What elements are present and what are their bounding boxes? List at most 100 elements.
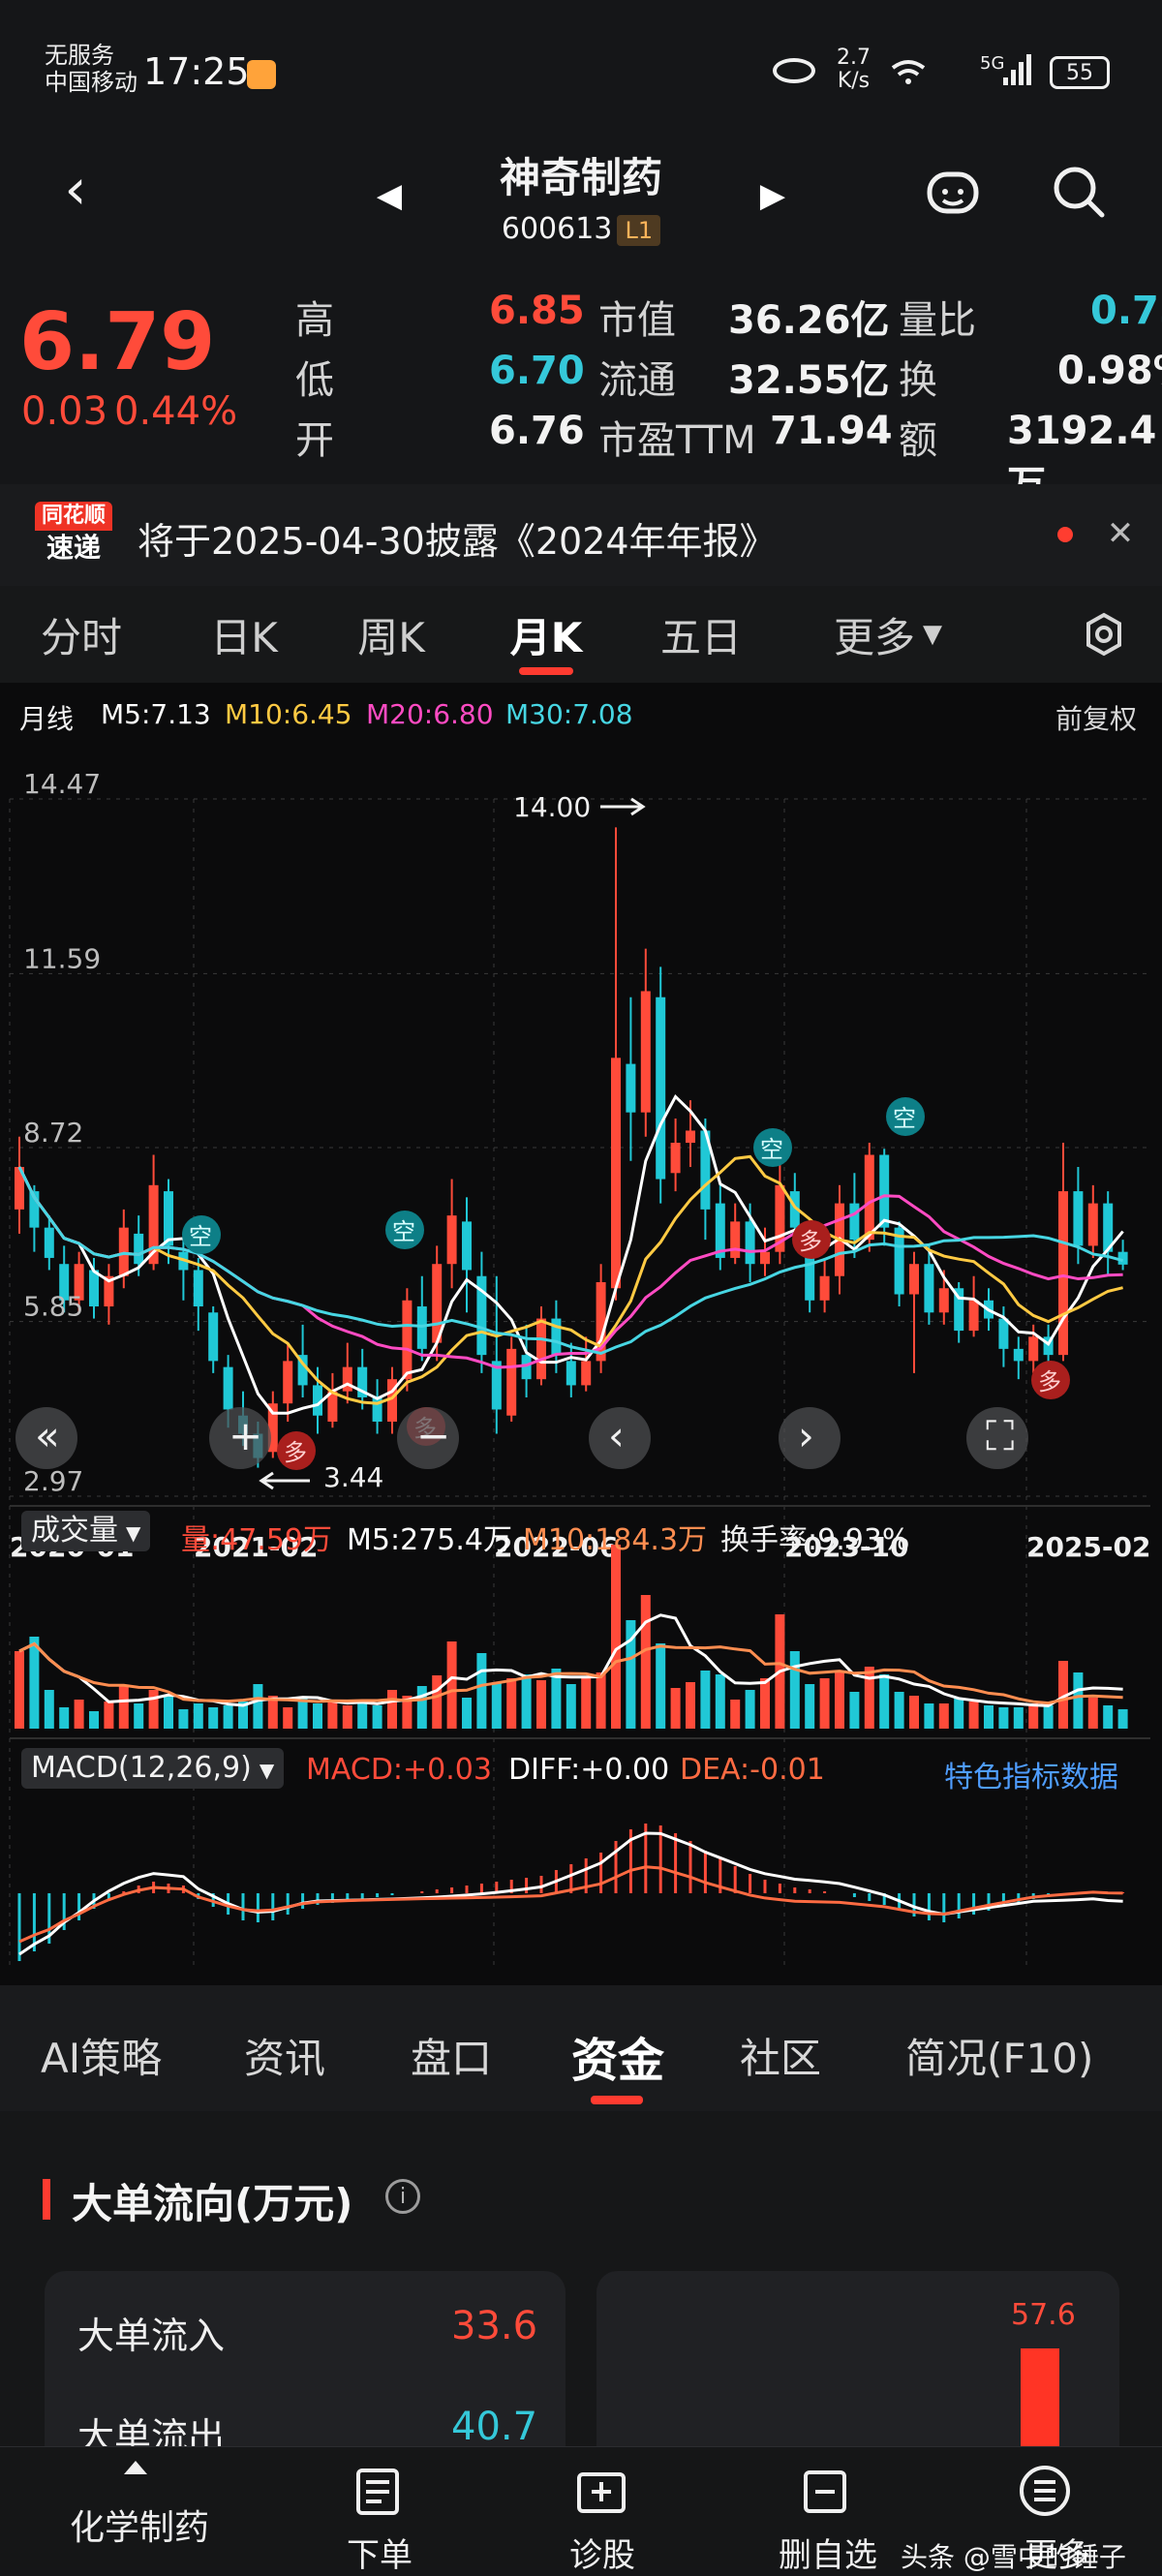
tab-funds[interactable]: 资金: [571, 2022, 664, 2090]
tab-week-k[interactable]: 周K: [329, 586, 453, 683]
battery-level: 55: [1066, 60, 1093, 85]
short-signal-label: 空: [392, 1218, 415, 1245]
candle-body: [656, 997, 666, 1180]
candle-body: [819, 1275, 830, 1301]
candle-body: [44, 1227, 54, 1258]
battery-icon: 55: [1050, 56, 1110, 89]
stock-code: 600613: [501, 212, 613, 246]
watchlist-label[interactable]: 删自选: [779, 2529, 877, 2576]
volume-bar: [342, 1705, 352, 1729]
watermark-text: 头条 @雪中的锤子: [901, 2541, 1126, 2573]
candle-body: [864, 1154, 874, 1241]
tab-minute[interactable]: 分时: [19, 586, 143, 683]
candle-body: [670, 1142, 681, 1174]
tab-f10[interactable]: 简况(F10): [905, 2026, 1093, 2085]
turnover-label: 换: [899, 358, 937, 403]
candle-body: [730, 1221, 741, 1258]
announcement-text: 将于2025-04-30披露《2024年年报》: [138, 520, 777, 563]
candle-body: [521, 1355, 532, 1380]
volume-bar: [416, 1686, 427, 1729]
tab-news[interactable]: 资讯: [244, 2026, 325, 2085]
tab-five-days[interactable]: 五日: [639, 586, 763, 683]
volume-bar: [74, 1700, 84, 1729]
candle-body: [745, 1221, 755, 1265]
settings-icon[interactable]: [1081, 611, 1127, 658]
fund-bar-value: 57.6: [1011, 2298, 1076, 2332]
volume-bar: [835, 1671, 844, 1729]
order-label[interactable]: 下单: [347, 2529, 413, 2576]
level-badge: L1: [617, 215, 661, 246]
tab-day-k[interactable]: 日K: [182, 586, 306, 683]
volume-bar: [730, 1700, 741, 1729]
candle-body: [909, 1264, 919, 1295]
sector-label[interactable]: 化学制药: [70, 2499, 209, 2550]
volume-bar: [924, 1703, 934, 1729]
diagnosis-icon[interactable]: [571, 2465, 631, 2519]
price-tick-label: 2.97: [23, 1465, 83, 1497]
tab-orderbook[interactable]: 盘口: [411, 2026, 492, 2085]
volume-bar: [148, 1690, 159, 1729]
volume-ratio-value: 0.75: [1090, 289, 1162, 333]
robot-icon[interactable]: [920, 159, 986, 225]
wifi-icon: [889, 56, 928, 89]
search-icon[interactable]: [1046, 159, 1112, 225]
chart-labels: 14.4711.598.725.852.972020-012021-022022…: [10, 768, 1151, 1563]
diagnosis-label[interactable]: 诊股: [569, 2529, 635, 2576]
high-price-annotation: 14.00: [513, 791, 591, 823]
volume-ma10: M10:184.3万: [523, 1523, 708, 1557]
macd-indicator-selector[interactable]: MACD(12,26,9) ▼: [21, 1748, 285, 1789]
fund-flow-title: 大单流向(万元): [72, 2180, 353, 2227]
candle-body: [626, 1063, 636, 1113]
pe-label: 市盈TTM: [598, 418, 756, 463]
market-cap-value: 36.26亿: [728, 298, 890, 343]
tab-ai-strategy[interactable]: AI策略: [41, 2026, 162, 2085]
announcement-banner[interactable]: 同花顺 速递 将于2025-04-30披露《2024年年报》 ✕: [0, 484, 1162, 586]
unread-dot: [1057, 527, 1073, 542]
signal-icon: [1001, 50, 1036, 89]
long-signal-label: 多: [284, 1439, 307, 1466]
volume-bar: [29, 1637, 40, 1729]
section-indicator: [43, 2179, 50, 2220]
volume-bar: [670, 1688, 681, 1729]
adjust-mode[interactable]: 前复权: [1055, 698, 1137, 737]
candle-body: [1028, 1336, 1039, 1362]
long-signal-label: 多: [799, 1228, 822, 1255]
ma5-label: M5:7.13: [101, 698, 211, 730]
chart-control-icon: ‹: [608, 1412, 625, 1459]
volume-bar: [656, 1643, 666, 1729]
candle-body: [89, 1270, 99, 1307]
previous-stock-icon[interactable]: ◀: [370, 176, 409, 215]
more-menu-icon[interactable]: [1017, 2463, 1073, 2519]
volume-bar: [387, 1690, 397, 1729]
market-cap-label: 市值: [598, 298, 676, 343]
tab-more[interactable]: 更多 ▼: [815, 586, 961, 683]
tab-five-days-label: 五日: [659, 613, 742, 661]
arrow-left-icon: [259, 1471, 310, 1490]
candle-body: [1087, 1203, 1098, 1246]
top-navigation: ‹ ◀ 神奇制药 600613 L1 ▶: [0, 136, 1162, 261]
volume-indicator-selector[interactable]: 成交量 ▼: [21, 1511, 151, 1551]
volume-bar: [864, 1667, 874, 1729]
next-stock-icon[interactable]: ▶: [753, 176, 792, 215]
inflow-label: 大单流入: [77, 2315, 226, 2357]
tab-community[interactable]: 社区: [740, 2026, 821, 2085]
chevron-down-icon: ▼: [259, 1759, 275, 1782]
back-icon[interactable]: ‹: [46, 156, 105, 222]
close-icon[interactable]: ✕: [1100, 513, 1141, 554]
volume-bar: [686, 1682, 695, 1729]
volume-bar: [760, 1678, 770, 1729]
candle-body: [223, 1366, 233, 1410]
macd-value: MACD:+0.03: [306, 1753, 492, 1787]
order-icon[interactable]: [351, 2465, 405, 2519]
status-bar: 无服务 中国移动 17:25 2.7 K/s 5G 55: [0, 0, 1162, 145]
volume-bar: [506, 1678, 517, 1729]
special-indicator-link[interactable]: 特色指标数据: [944, 1753, 1118, 1795]
volume-bar: [984, 1705, 994, 1729]
chevron-down-icon: ▼: [923, 620, 942, 649]
volume-bar: [954, 1698, 964, 1729]
candle-body: [402, 1300, 413, 1380]
remove-watchlist-icon[interactable]: [800, 2467, 850, 2517]
chevron-down-icon: ▼: [126, 1521, 141, 1545]
kline-chart-svg: 14.4711.598.725.852.972020-012021-022022…: [9, 768, 1151, 1971]
info-icon[interactable]: i: [385, 2179, 420, 2214]
